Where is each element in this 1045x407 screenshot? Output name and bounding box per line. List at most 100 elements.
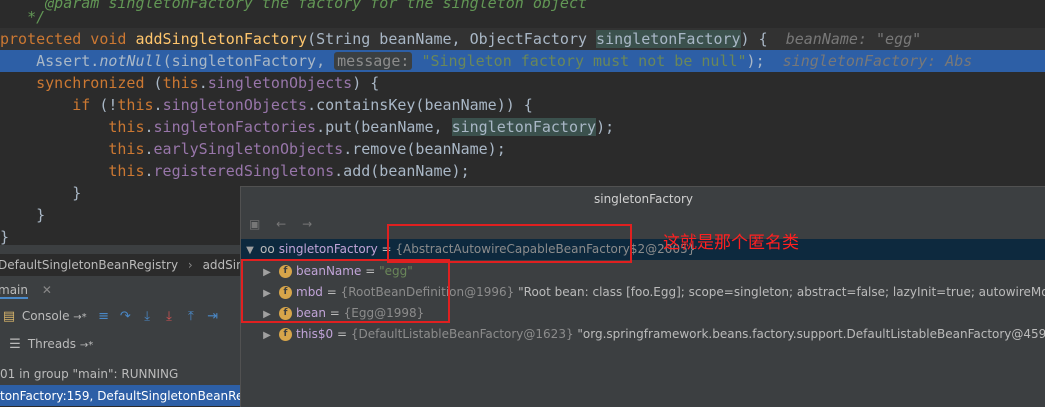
code-token: .	[144, 162, 154, 180]
code-token: message:	[334, 52, 413, 70]
threads-header: ☰ Threads →*	[0, 333, 240, 355]
threads-tab[interactable]: Threads	[28, 337, 76, 351]
code-token: singletonObjects	[207, 74, 353, 92]
field-icon: f	[279, 328, 292, 341]
code-token: .	[144, 140, 154, 158]
code-token: singletonObjects	[162, 96, 308, 114]
code-token: .put(beanName,	[316, 118, 452, 136]
code-token: this	[108, 140, 145, 158]
popup-toolbar: ▣ ← →	[241, 213, 312, 235]
code-token: this	[162, 74, 199, 92]
step-out-icon[interactable]: ⤒	[182, 306, 200, 328]
code-line-execution-point: Assert.notNull(singletonFactory, message…	[0, 50, 1045, 72]
debug-toolbar: ▤ Console →* ≡ ↷ ⤓ ⤓ ⤒ ⇥	[0, 305, 240, 327]
code-token: singletonFactory	[451, 118, 597, 136]
force-step-into-icon[interactable]: ⤓	[160, 306, 178, 328]
code-token: notNull	[99, 52, 163, 70]
code-token: Assert.	[0, 52, 100, 70]
thread-status[interactable]: 01 in group "main": RUNNING	[0, 363, 240, 385]
code-line-remove: this.earlySingletonObjects.remove(beanNa…	[0, 138, 1045, 160]
pin-icon[interactable]: →*	[73, 312, 86, 323]
field-tostring: "Root bean: class [foo.Egg]; scope=singl…	[514, 285, 1045, 299]
code-token: beanName: "egg"	[785, 30, 922, 48]
code-token: addSingletonFactory	[135, 30, 308, 48]
code-token: }	[0, 228, 10, 245]
code-line-doc-close: */	[0, 6, 1045, 28]
expanded-arrow-icon[interactable]: ▼	[244, 240, 256, 261]
forward-arrow-icon[interactable]: →	[302, 217, 312, 231]
code-token: );	[596, 118, 615, 136]
code-token: this	[117, 96, 154, 114]
session-tab-main[interactable]: main	[0, 283, 28, 299]
popup-title: singletonFactory	[241, 187, 1045, 211]
code-token: .add(beanName);	[334, 162, 470, 180]
code-token: .	[144, 118, 154, 136]
code-token: */	[0, 8, 46, 26]
code-token: this	[108, 162, 145, 180]
thread-status-label: 01 in group "main": RUNNING	[0, 367, 179, 381]
code-line-method-signature: protected void addSingletonFactory(Strin…	[0, 28, 1045, 50]
annotation-box-captured-fields	[241, 259, 450, 323]
code-token: singletonFactories	[153, 118, 317, 136]
console-tab[interactable]: Console	[22, 309, 70, 323]
annotation-label: 这就是那个匿名类	[663, 233, 799, 253]
code-token: (	[153, 74, 163, 92]
code-token: if	[72, 96, 100, 114]
field-ref-value: {DefaultListableBeanFactory@1623}	[350, 327, 574, 341]
code-token: .remove(beanName);	[343, 140, 506, 158]
console-icon: ▤	[2, 309, 16, 324]
back-arrow-icon[interactable]: ←	[276, 217, 286, 231]
code-token: ) {	[740, 30, 786, 48]
equals-sign: =	[333, 327, 351, 341]
debug-tool-window: DefaultSingletonBeanRegistry › addSin ma…	[0, 245, 240, 406]
current-frame-label: tonFactory:159, DefaultSingletonBeanRegi…	[0, 389, 240, 403]
breadcrumb: DefaultSingletonBeanRegistry › addSin	[0, 254, 240, 276]
code-line-add: this.registeredSingletons.add(beanName);	[0, 160, 1045, 182]
code-token: this	[108, 118, 145, 136]
menu-icon[interactable]: ≡	[95, 306, 113, 328]
code-token: .	[153, 96, 163, 114]
code-line-put: this.singletonFactories.put(beanName, si…	[0, 116, 1045, 138]
code-token: (singletonFactory,	[162, 52, 335, 70]
code-token: }	[0, 184, 82, 202]
code-token: registeredSingletons	[153, 162, 335, 180]
collapsed-arrow-icon[interactable]: ▶	[261, 325, 273, 346]
current-frame[interactable]: tonFactory:159, DefaultSingletonBeanRegi…	[0, 385, 240, 406]
code-token: earlySingletonObjects	[153, 140, 344, 158]
breadcrumb-separator-icon: ›	[187, 258, 193, 272]
code-token: }	[0, 206, 46, 224]
field-tostring: "org.springframework.beans.factory.suppo…	[573, 327, 1045, 341]
code-token: ) {	[352, 74, 380, 92]
code-token: synchronized	[36, 74, 154, 92]
step-into-icon[interactable]: ⤓	[138, 306, 156, 328]
threads-pin-icon[interactable]: →*	[80, 340, 93, 351]
breadcrumb-class[interactable]: DefaultSingletonBeanRegistry	[0, 258, 178, 272]
code-token: singletonFactory	[596, 30, 741, 48]
run-to-cursor-icon[interactable]: ⇥	[204, 306, 222, 328]
code-token: protected void	[0, 30, 136, 48]
code-token: .containsKey(beanName)) {	[307, 96, 533, 114]
code-line-synchronized: synchronized (this.singletonObjects) {	[0, 72, 1045, 94]
breadcrumb-method[interactable]: addSin	[203, 258, 240, 272]
code-token: "Singleton factory must not be null"	[421, 52, 747, 70]
code-token: (!	[99, 96, 118, 114]
field-name: this$0	[296, 327, 334, 341]
tree-row-this0[interactable]: ▶ f this$0 = {DefaultListableBeanFactory@1…	[241, 324, 1045, 345]
root-var-name: singletonFactory	[278, 242, 378, 256]
code-token: .	[198, 74, 208, 92]
close-session-icon[interactable]: ✕	[42, 283, 52, 297]
tree-row-root[interactable]: ▼ oo singletonFactory = {AbstractAutowireC…	[241, 239, 1045, 260]
code-token: singletonFactory: Abs	[782, 52, 973, 70]
code-token: (String beanName, ObjectFactory	[307, 30, 597, 48]
threads-icon: ☰	[9, 337, 21, 352]
code-line-if: if (!this.singletonObjects.containsKey(b…	[0, 94, 1045, 116]
watch-glasses-icon: oo	[260, 242, 275, 256]
frames-icon[interactable]: ▣	[249, 217, 260, 231]
annotation-box-anonymous-class	[387, 224, 632, 263]
step-over-icon[interactable]: ↷	[116, 306, 134, 328]
